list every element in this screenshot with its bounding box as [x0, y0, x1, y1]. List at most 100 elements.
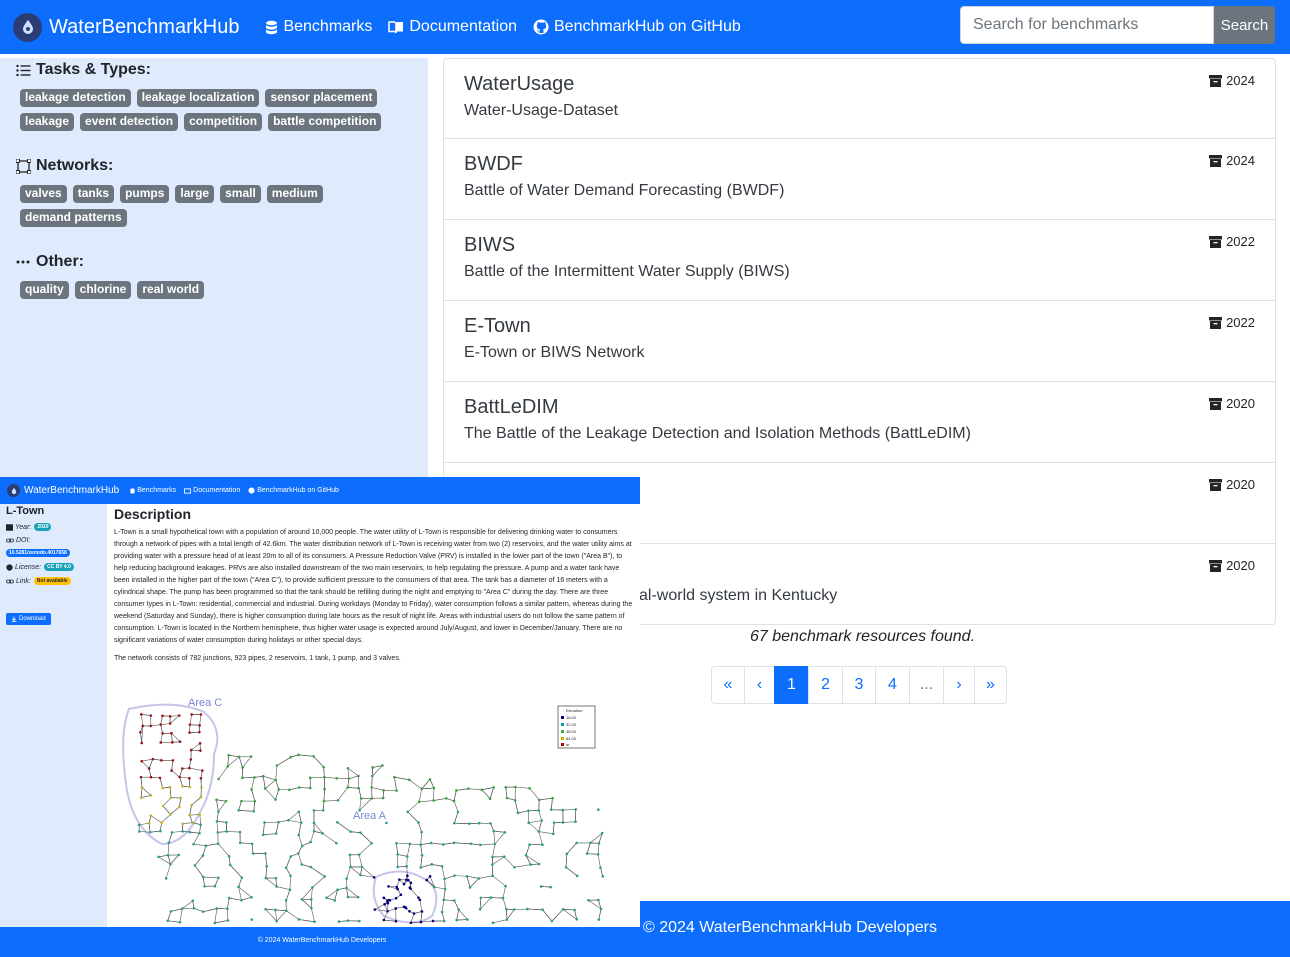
brand[interactable]: WaterBenchmarkHub — [13, 12, 239, 42]
benchmark-item[interactable]: BWDF Battle of Water Demand Forecasting … — [443, 139, 1276, 220]
preview-brand[interactable]: WaterBenchmarkHub — [24, 485, 119, 496]
page-next-button[interactable]: › — [943, 666, 975, 704]
benchmark-title[interactable]: BWDF — [464, 153, 523, 176]
tag-valves[interactable]: valves — [20, 185, 67, 203]
network-junction — [477, 821, 481, 825]
tag-chlorine[interactable]: chlorine — [74, 281, 132, 299]
network-pipe — [470, 843, 481, 846]
page-4-button[interactable]: 4 — [875, 666, 910, 704]
network-junction — [346, 786, 350, 789]
network-junction — [419, 920, 423, 924]
network-pipe — [562, 809, 576, 811]
description-section: Description L-Town is a small hypothetic… — [114, 506, 634, 662]
preview-nav-benchmarks[interactable]: Benchmarks — [130, 487, 176, 494]
network-junction — [467, 787, 470, 790]
page-first-button[interactable]: « — [711, 666, 745, 704]
network-pipe — [502, 886, 506, 899]
tag-competition[interactable]: competition — [184, 113, 263, 131]
network-junction — [452, 899, 456, 902]
network-junction — [444, 797, 448, 800]
network-pipe — [171, 831, 183, 833]
network-junction — [405, 855, 409, 858]
tag-real-world[interactable]: real world — [137, 281, 205, 299]
network-pipe — [275, 779, 280, 790]
network-junction — [141, 724, 145, 728]
tag-pumps[interactable]: pumps — [120, 185, 170, 203]
tag-leakage-detection[interactable]: leakage detection — [20, 89, 131, 107]
preview-nav-documentation[interactable]: Documentation — [184, 487, 240, 494]
network-junction — [309, 865, 313, 869]
network-junction — [402, 905, 406, 909]
network-pipe — [298, 822, 302, 835]
page-prev-button[interactable]: ‹ — [744, 666, 775, 704]
network-pipe — [480, 843, 495, 846]
nav-documentation[interactable]: Documentation — [388, 18, 517, 36]
network-junction — [200, 786, 203, 789]
benchmark-item[interactable]: E-Town E-Town or BIWS Network 2022 — [443, 301, 1276, 382]
network-junction — [240, 876, 244, 879]
network-junction — [409, 887, 412, 890]
network-junction — [158, 776, 162, 780]
network-junction — [263, 787, 267, 790]
network-junction — [394, 896, 398, 900]
page-2-button[interactable]: 2 — [808, 666, 843, 704]
tag-medium[interactable]: medium — [266, 185, 323, 203]
benchmark-item[interactable]: BIWS Battle of the Intermittent Water Su… — [443, 220, 1276, 301]
doi-badge[interactable]: 10.5281/zenodo.4017658 — [6, 549, 70, 557]
tag-demand-patterns[interactable]: demand patterns — [20, 209, 127, 227]
network-junction — [188, 766, 191, 770]
network-pipe — [418, 788, 422, 802]
page-last-button[interactable]: » — [974, 666, 1007, 704]
tag-sensor-placement[interactable]: sensor placement — [265, 89, 378, 107]
network-junction — [181, 830, 184, 833]
nav-benchmarks[interactable]: Benchmarks — [265, 18, 372, 36]
benchmark-subtitle: E-Town or BIWS Network — [464, 344, 645, 361]
network-pipe — [489, 787, 494, 799]
search-input[interactable] — [960, 6, 1214, 44]
network-junction — [478, 907, 482, 911]
benchmark-item[interactable]: BattLeDIM The Battle of the Leakage Dete… — [443, 382, 1276, 463]
network-junction — [201, 769, 204, 772]
search-button[interactable]: Search — [1214, 6, 1275, 44]
network-pipe — [444, 875, 455, 880]
network-pipe — [238, 756, 243, 768]
benchmark-title[interactable]: WaterUsage — [464, 73, 574, 96]
network-junction — [171, 759, 175, 762]
network-junction — [297, 918, 301, 921]
network-pipe — [189, 724, 200, 726]
benchmark-item[interactable]: WaterUsage Water-Usage-Dataset 2024 — [443, 58, 1276, 139]
page-3-button[interactable]: 3 — [842, 666, 876, 704]
page-1-button[interactable]: 1 — [774, 666, 809, 704]
network-junction — [170, 769, 173, 772]
network-junction — [348, 853, 352, 857]
network-junction — [388, 898, 392, 902]
download-button[interactable]: Download — [6, 613, 51, 625]
tag-quality[interactable]: quality — [20, 281, 69, 299]
tag-battle-competition[interactable]: battle competition — [268, 113, 382, 131]
network-junction — [169, 910, 173, 913]
benchmark-title[interactable]: E-Town — [464, 315, 531, 338]
benchmark-title[interactable]: BIWS — [464, 234, 515, 257]
network-pipe — [310, 831, 315, 843]
tag-small[interactable]: small — [220, 185, 261, 203]
network-junction — [190, 803, 193, 807]
network-junction — [529, 863, 533, 866]
benchmark-title[interactable]: BattLeDIM — [464, 396, 558, 419]
tag-tanks[interactable]: tanks — [72, 185, 115, 203]
network-pipe — [597, 843, 600, 855]
preview-nav-github[interactable]: BenchmarkHub on GitHub — [248, 487, 339, 494]
nav-github[interactable]: BenchmarkHub on GitHub — [533, 18, 741, 36]
tag-event-detection[interactable]: event detection — [80, 113, 179, 131]
network-junction — [149, 775, 153, 779]
network-junction — [161, 714, 164, 718]
tag-leakage-localization[interactable]: leakage localization — [136, 89, 260, 107]
network-pipe — [301, 899, 312, 909]
network-junction — [138, 830, 141, 833]
network-junction — [323, 875, 326, 878]
network-pipe — [228, 754, 240, 758]
elevation-legend: Elevation 16.00 32.00 48.00 64.00 m — [557, 705, 596, 749]
network-pipe — [150, 815, 162, 823]
network-pipe — [265, 877, 277, 887]
tag-large[interactable]: large — [175, 185, 215, 203]
tag-leakage[interactable]: leakage — [20, 113, 75, 131]
